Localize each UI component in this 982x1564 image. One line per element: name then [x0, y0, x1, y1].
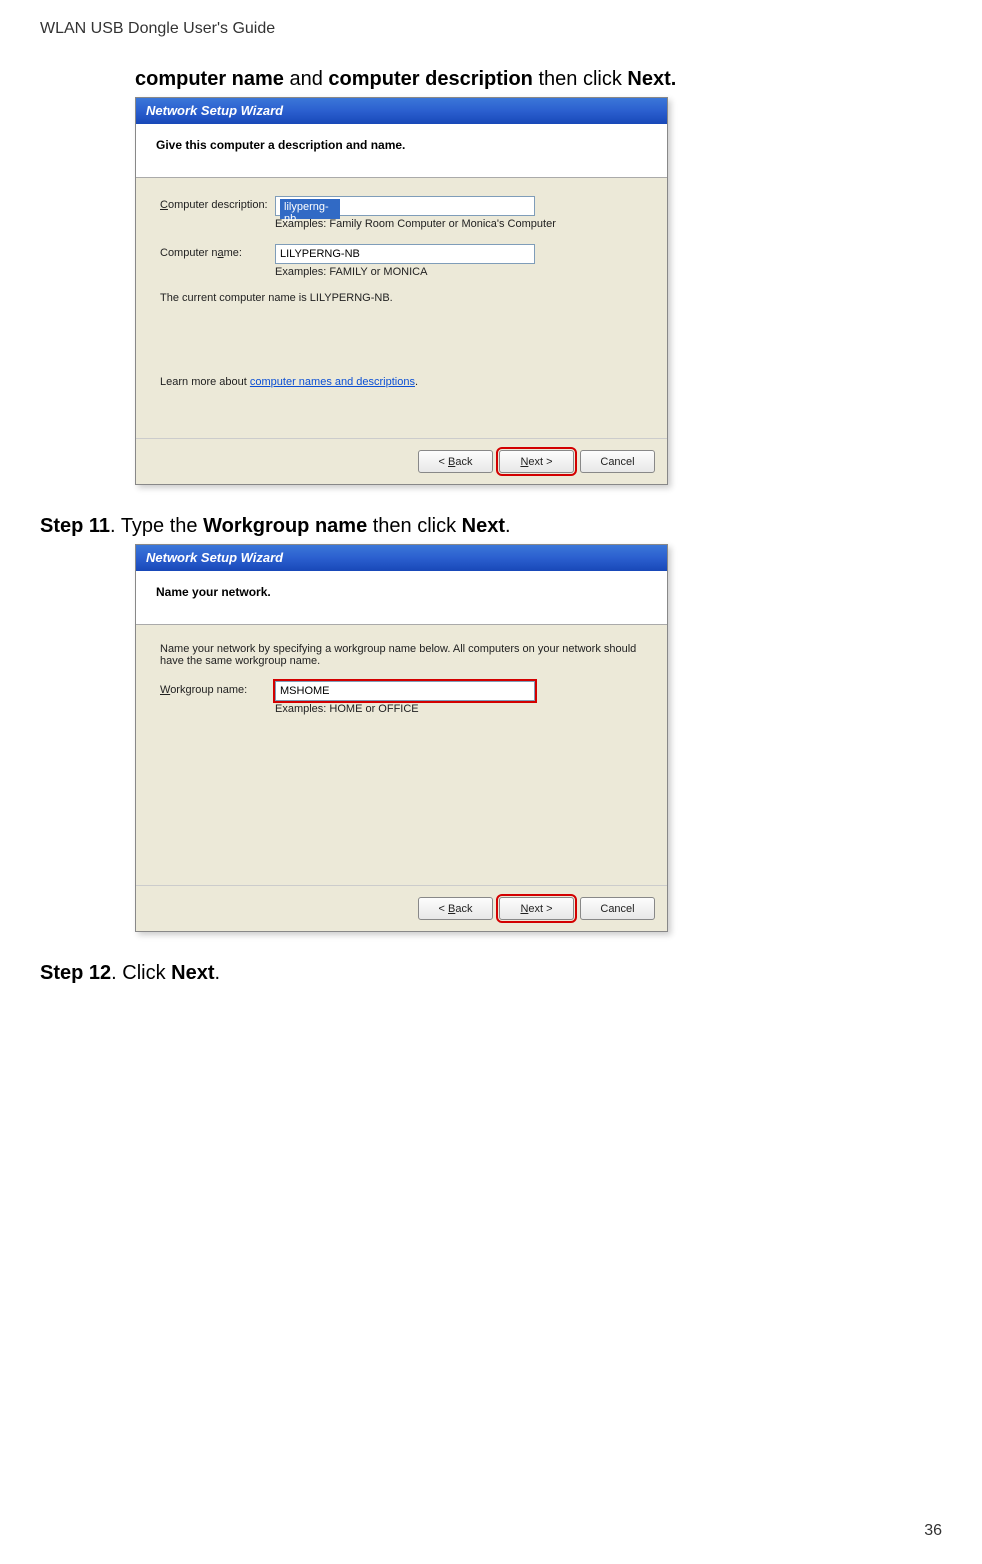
input-workgroup[interactable] — [275, 681, 535, 701]
row-name: Computer name: Examples: FAMILY or MONIC… — [160, 244, 643, 288]
learn-more: Learn more about computer names and desc… — [160, 376, 643, 388]
dialog2-intro: Name your network by specifying a workgr… — [160, 643, 643, 667]
label-workgroup: Workgroup name: — [160, 681, 275, 696]
label-computer-desc: Computer description: — [160, 196, 275, 211]
bold-computer-name: computer name — [135, 68, 284, 90]
cancel-button-1[interactable]: Cancel — [580, 450, 655, 473]
dialog2-body: Name your network by specifying a workgr… — [136, 625, 667, 885]
dialog1-header: Give this computer a description and nam… — [136, 124, 667, 178]
step11-dot: . — [110, 515, 121, 537]
input-desc-value: lilyperng-nb — [280, 199, 340, 219]
step11-tail: . — [505, 515, 511, 537]
titlebar-2: Network Setup Wizard — [136, 545, 667, 571]
titlebar-1: Network Setup Wizard — [136, 98, 667, 124]
step11-pre: Type the — [121, 515, 203, 537]
learn-pre: Learn more about — [160, 376, 250, 388]
dialog-computer-desc: Network Setup Wizard Give this computer … — [135, 97, 668, 485]
doc-header: WLAN USB Dongle User's Guide — [40, 20, 942, 38]
wg-examples: Examples: HOME or OFFICE — [275, 703, 643, 715]
desc-examples: Examples: Family Room Computer or Monica… — [275, 218, 643, 230]
bold-computer-desc: computer description — [328, 68, 532, 90]
step12-dot: . — [111, 962, 122, 984]
step12-pre: Click — [122, 962, 171, 984]
link-learn-more[interactable]: computer names and descriptions — [250, 376, 415, 388]
next-button-1[interactable]: Next > — [499, 450, 574, 473]
input-computer-desc[interactable]: lilyperng-nb — [275, 196, 535, 216]
dialog1-body: Computer description: lilyperng-nb Examp… — [136, 178, 667, 438]
label-computer-name: Computer name: — [160, 244, 275, 259]
step11-b: Workgroup name — [203, 515, 367, 537]
intro-line: computer name and computer description t… — [135, 68, 942, 91]
step11-label: Step 11 — [40, 515, 110, 537]
back-button-1[interactable]: < Back — [418, 450, 493, 473]
step12-b: Next — [171, 962, 214, 984]
intro-mid: and — [284, 68, 328, 90]
intro-tail: then click — [533, 68, 627, 90]
dialog2-header: Name your network. — [136, 571, 667, 625]
next-button-2[interactable]: Next > — [499, 897, 574, 920]
bold-next-1: Next. — [627, 68, 676, 90]
button-bar-2: < Back Next > Cancel — [136, 885, 667, 931]
row-desc: Computer description: lilyperng-nb Examp… — [160, 196, 643, 240]
input-computer-name[interactable] — [275, 244, 535, 264]
step12-tail: . — [215, 962, 221, 984]
back-button-2[interactable]: < Back — [418, 897, 493, 920]
step11-mid: then click — [367, 515, 461, 537]
name-examples: Examples: FAMILY or MONICA — [275, 266, 643, 278]
step11-b2: Next — [462, 515, 505, 537]
button-bar-1: < Back Next > Cancel — [136, 438, 667, 484]
step-12: Step 12. Click Next. — [40, 962, 942, 985]
cancel-button-2[interactable]: Cancel — [580, 897, 655, 920]
step-11: Step 11. Type the Workgroup name then cl… — [40, 515, 942, 538]
dialog-workgroup: Network Setup Wizard Name your network. … — [135, 544, 668, 932]
page-number: 36 — [924, 1522, 942, 1540]
current-name-text: The current computer name is LILYPERNG-N… — [160, 292, 643, 304]
step12-label: Step 12 — [40, 962, 111, 984]
row-workgroup: Workgroup name: Examples: HOME or OFFICE — [160, 681, 643, 725]
